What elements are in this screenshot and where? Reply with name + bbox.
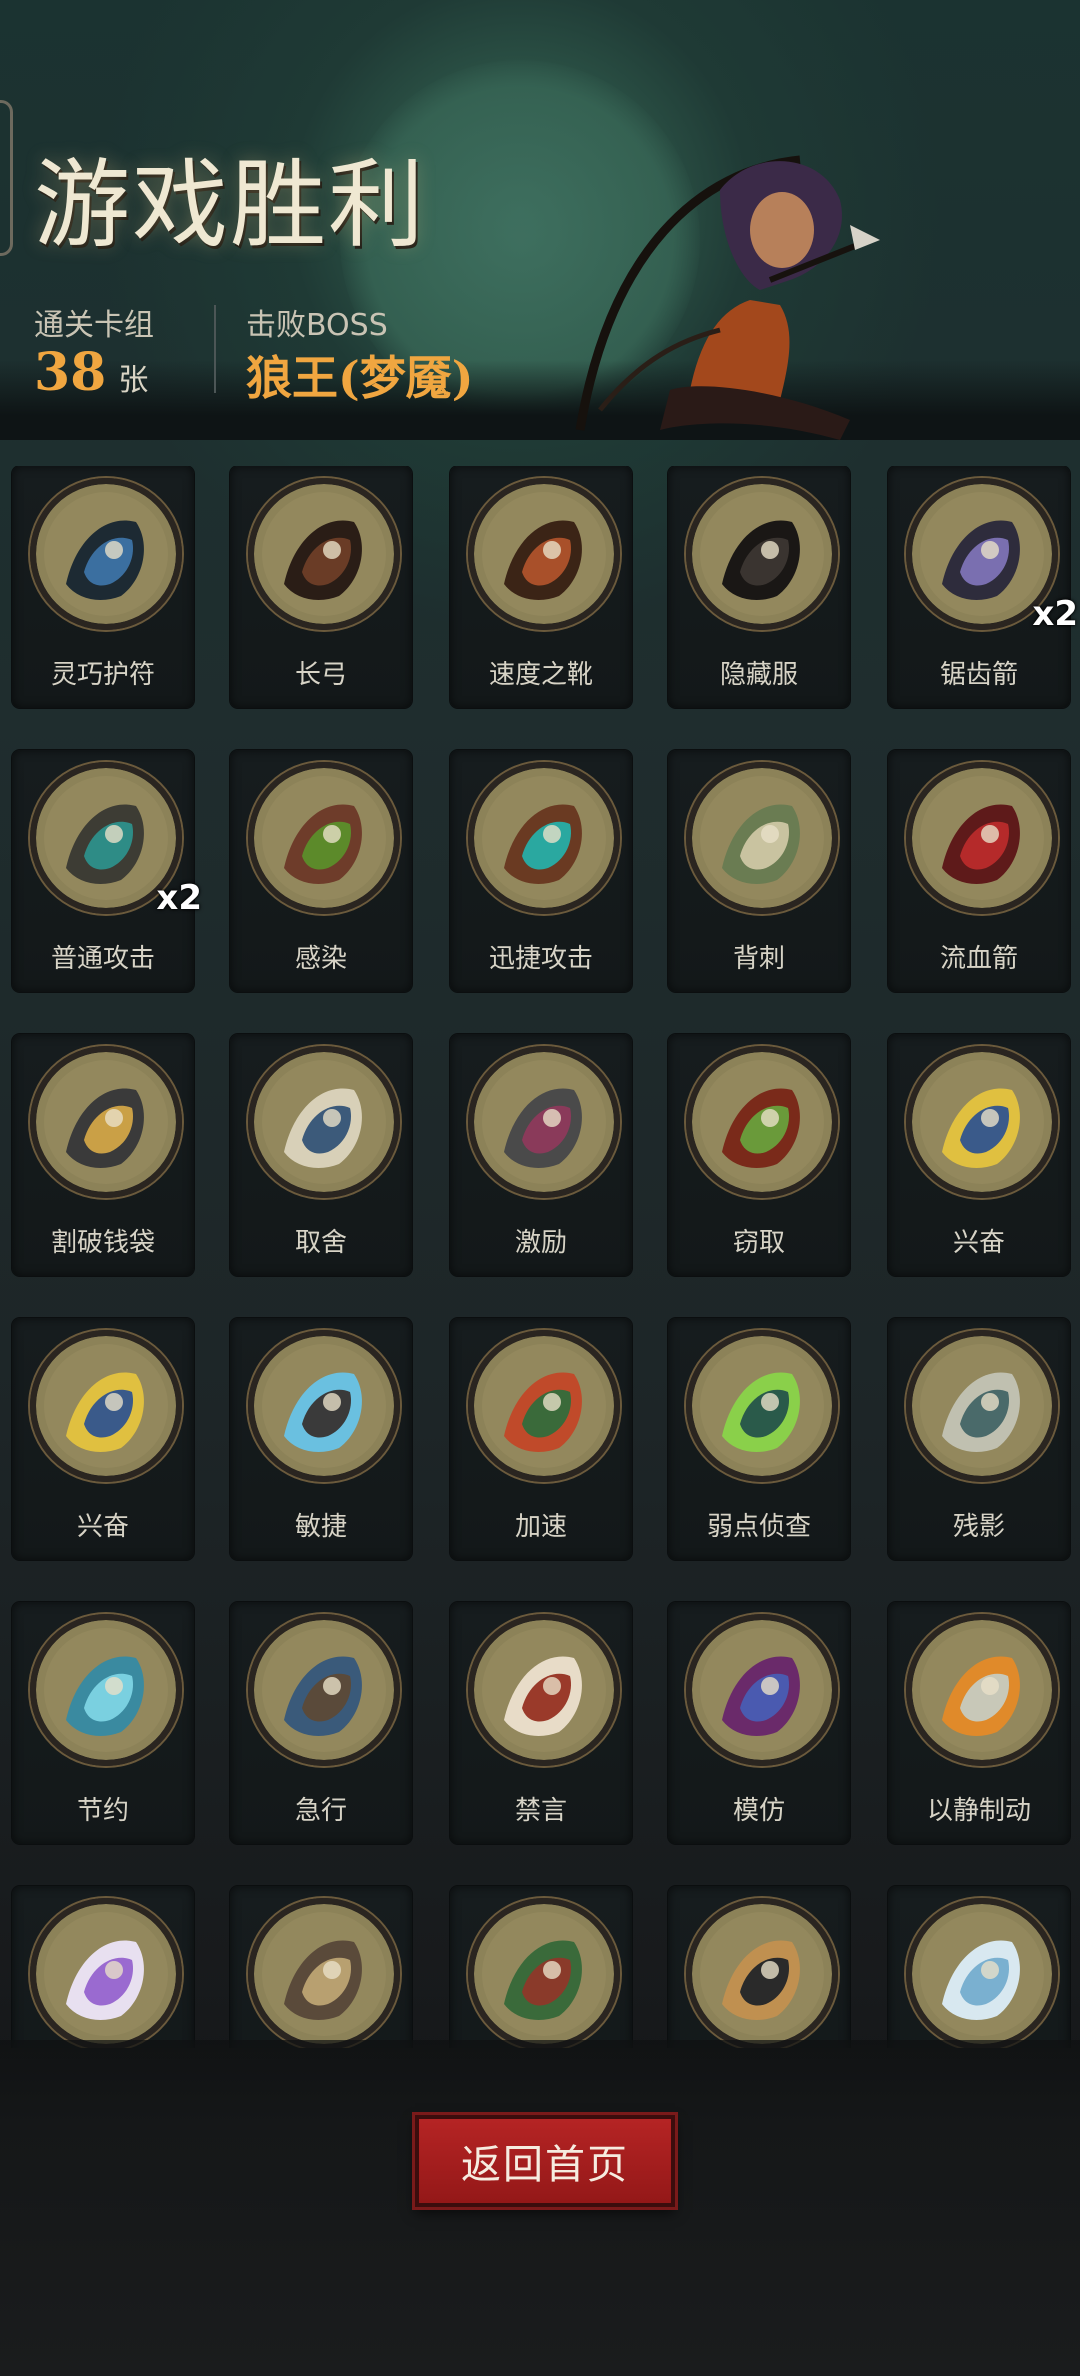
card-item[interactable] [12,1886,194,2048]
card-label: 兴奋 [952,1228,1005,1258]
lightning-panther-icon [248,1330,400,1482]
card-item[interactable]: 灵巧护符 [12,466,194,708]
card-label: 灵巧护符 [50,660,155,690]
card-item[interactable]: 流血箭 [888,750,1070,992]
boss-label: 击败BOSS [246,308,388,343]
side-edge-tab [0,100,13,256]
deck-count-number: 38 [34,342,107,403]
card-label: 模仿 [732,1796,785,1826]
silence-girl-icon [468,1614,620,1766]
card-label: 迅捷攻击 [488,944,593,974]
card-multiplier-badge: x2 [156,878,202,918]
troll-face-icon [686,1614,838,1766]
longbow-icon [248,478,400,630]
card-item[interactable]: 急行 [230,1602,412,1844]
card-label: 节约 [76,1796,129,1826]
card-item[interactable]: x2 锯齿箭 [888,466,1078,708]
card-label: 锯齿箭 [939,660,1018,690]
back-home-button-label: 返回首页 [461,2142,629,2188]
card-label: 长弓 [294,660,347,690]
card-label: 残影 [952,1512,1005,1542]
potion-icon [30,1898,182,2048]
card-item[interactable]: 兴奋 [888,1034,1070,1276]
excited-dwarf-icon [906,1046,1058,1198]
swift-strike-icon [468,762,620,914]
hero-archer-illustration [575,155,880,440]
card-label: 窃取 [732,1228,785,1258]
card-label: 加速 [514,1512,567,1542]
card-item[interactable]: 背刺 [668,750,850,992]
wolf-eye-icon [686,1330,838,1482]
card-item[interactable]: 节约 [12,1602,194,1844]
card-label: 激励 [514,1228,567,1258]
afterimage-icon [906,1330,1058,1482]
card-multiplier-badge: x2 [1032,594,1078,634]
card-label: 普通攻击 [50,944,155,974]
infected-toad-icon [248,762,400,914]
cut-purse-icon [30,1046,182,1198]
back-home-button[interactable]: 返回首页 [415,2115,675,2207]
card-label: 以静制动 [926,1796,1031,1826]
card-item[interactable]: 割破钱袋 [12,1034,194,1276]
bleeding-arrow-icon [906,762,1058,914]
excited-dwarf-icon [30,1330,182,1482]
card-item[interactable]: 速度之靴 [450,466,632,708]
card-item[interactable]: 隐藏服 [668,466,850,708]
backstab-icon [686,762,838,914]
card-item[interactable] [450,1886,632,2048]
card-grid: 灵巧护符 长弓 速度之靴 隐藏服 x2 锯齿箭 x2 普通攻击 感染 迅捷攻击 背刺 流血箭 割破钱袋取… [0,466,1080,2048]
hammer-warrior-icon [468,1046,620,1198]
page-title: 游戏胜利 [34,149,426,261]
card-label: 禁言 [514,1796,567,1826]
card-item[interactable]: 禁言 [450,1602,632,1844]
card-item[interactable]: 模仿 [668,1602,850,1844]
battle-scene-icon [468,1898,620,2048]
rogue-icon [686,1898,838,2048]
card-item[interactable]: 残影 [888,1318,1070,1560]
bottom-panel [0,2040,1080,2376]
card-item[interactable]: 感染 [230,750,412,992]
goblin-chest-icon [686,1046,838,1198]
deck-label: 通关卡组 [34,308,154,343]
card-item[interactable]: 敏捷 [230,1318,412,1560]
hooded-cloak-icon [686,478,838,630]
card-item[interactable]: 以静制动 [888,1602,1070,1844]
card-label: 敏捷 [294,1512,347,1542]
treasure-map-icon [248,1898,400,2048]
card-label: 急行 [294,1796,347,1826]
card-item[interactable] [230,1886,412,2048]
card-item[interactable]: 取舍 [230,1034,412,1276]
card-item[interactable]: 长弓 [230,466,412,708]
card-item[interactable] [888,1886,1070,2048]
boot-icon [468,478,620,630]
witch-icon [468,1330,620,1482]
card-item[interactable]: 加速 [450,1318,632,1560]
card-item[interactable]: 激励 [450,1034,632,1276]
wise-elder-icon [248,1046,400,1198]
card-label: 流血箭 [939,944,1018,974]
card-item[interactable]: 兴奋 [12,1318,194,1560]
amulet-icon [30,478,182,630]
boss-name: 狼王(梦魇) [246,351,474,405]
card-item[interactable]: 弱点侦查 [668,1318,850,1560]
card-item[interactable]: x2 普通攻击 [12,750,202,992]
deck-count-unit: 张 [118,363,149,398]
water-drop-icon [30,1614,182,1766]
deck-count: 38 张 [34,342,148,403]
card-label: 感染 [294,944,347,974]
card-label: 隐藏服 [719,660,798,690]
card-label: 割破钱袋 [50,1228,155,1258]
skull-flame-icon [906,1614,1058,1766]
stat-divider [214,305,216,393]
card-item[interactable]: 迅捷攻击 [450,750,632,992]
crystal-orb-icon [906,1898,1058,2048]
card-label: 背刺 [732,944,785,974]
running-dwarf-icon [248,1614,400,1766]
card-label: 弱点侦查 [706,1512,811,1542]
card-item[interactable]: 窃取 [668,1034,850,1276]
card-label: 取舍 [294,1228,347,1258]
card-label: 兴奋 [76,1512,129,1542]
card-label: 速度之靴 [488,660,593,690]
card-item[interactable] [668,1886,850,2048]
